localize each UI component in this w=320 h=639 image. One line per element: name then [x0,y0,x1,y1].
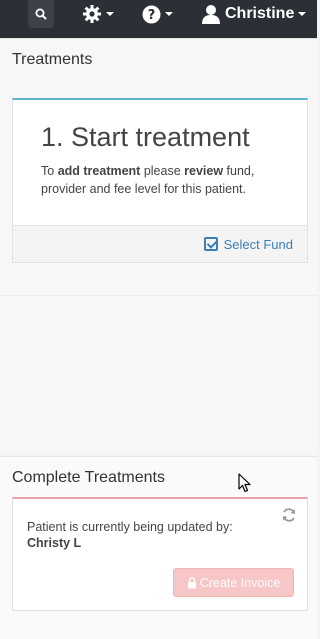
start-treatment-instructions: To add treatment please review fund, pro… [41,164,255,196]
start-treatment-card: 1. Start treatment To add treatment plea… [12,98,308,263]
complete-treatments-card: Patient is currently being updated by: C… [12,497,308,611]
select-fund-link[interactable]: Select Fund [224,237,293,252]
user-menu[interactable]: Christine [201,0,307,28]
top-navbar: ? Christine [0,0,317,38]
mouse-cursor [238,473,251,493]
search-icon [35,8,47,20]
refresh-icon[interactable] [281,507,297,523]
section-divider [0,295,317,296]
complete-treatments-title: Complete Treatments [12,469,165,486]
user-icon [202,5,220,24]
settings-menu[interactable] [82,0,114,28]
updating-status-text: Patient is currently being updated by: [27,520,233,534]
caret-down-icon [106,12,114,16]
svg-text:?: ? [148,8,156,23]
help-menu[interactable]: ? [142,0,173,28]
help-icon: ? [142,5,161,23]
treatments-title: Treatments [12,51,93,68]
lock-icon [187,576,196,588]
checkbox-icon[interactable] [203,237,218,251]
caret-down-icon [298,12,307,16]
start-treatment-card-footer: Select Fund [13,225,307,262]
updating-user-name: Christy L [27,536,82,550]
start-treatment-heading: 1. Start treatment [41,122,250,152]
search-button[interactable] [28,0,54,28]
create-invoice-button[interactable]: Create Invoice [173,568,294,597]
gear-icon [83,5,101,23]
create-invoice-label: Create Invoice [199,575,281,590]
caret-down-icon [165,12,173,16]
user-name: Christine [225,5,295,22]
